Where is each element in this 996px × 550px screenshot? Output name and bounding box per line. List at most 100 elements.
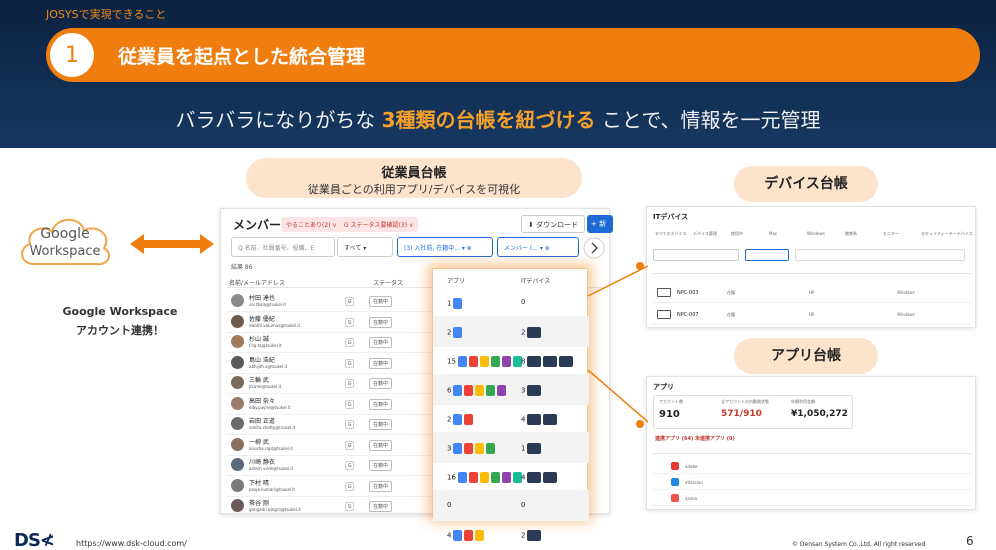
device-thumbnail-icon [527,385,542,396]
device-tab[interactable]: すべてのデバイス [655,231,686,237]
result-count: 結果 86 [231,264,253,271]
table-row[interactable]: 岩田 正道 ankita.shetty@tsukel.it G 在籍中 [227,414,467,435]
highlight-row[interactable]: 63 [433,374,589,405]
app-panel: アプリ アカウント数 910 全アカウントの内勤務状態 571/910 年間利用… [646,376,976,510]
avatar [231,314,244,328]
highlight-row[interactable]: 42 [433,519,589,550]
app-logo-icon [479,472,489,483]
app-row[interactable]: adobe [653,459,971,474]
app-logo-icon [501,472,511,483]
device-status-filter[interactable] [745,249,789,261]
status-filter[interactable]: (3) 入社前, 在籍中... ▾ ⊗ [397,237,493,257]
google-badge-icon: G [345,297,354,306]
google-badge-icon: G [345,440,354,450]
device-row[interactable]: NPC-007 在籍 HP Windows [653,305,971,325]
highlight-row[interactable]: 16 4 [433,461,589,492]
device-row[interactable]: NPC-003 在籍 HP Windows [653,283,971,303]
active-ratio: 571/910 [721,409,762,419]
app-logo-icon [671,494,679,502]
app-logo-icon [453,298,463,309]
employee-ledger-heading: 従業員台帳 従業員ごとの利用アプリ/デバイスを可視化 [246,158,582,198]
app-logo-icon [464,414,474,425]
footer-url[interactable]: https://www.dsk-cloud.com/ [76,539,187,548]
device-tab[interactable]: 使用中 [731,231,743,237]
device-filter-bar[interactable] [795,249,965,261]
table-row[interactable]: 島山 浩紀 abhijith.s@tsukel.it G 在籍中 [227,353,467,374]
app-logo-icon [501,356,511,367]
laptop-icon [657,310,671,319]
app-count: 6 [447,386,452,395]
app-count: 4 [447,531,452,540]
app-logo-icon [464,530,474,541]
avatar [231,396,244,410]
app-device-highlight: アプリ ITデバイス 1 0 2 2 15 8 6 3 2 4 3 1 16 4 0 0 4 2 [432,268,589,541]
dsk-logo: DS≮ [14,530,55,550]
google-badge-icon: G [345,502,354,511]
member-filter[interactable]: メンバー (... ▾ ⊗ [497,237,579,257]
app-logo-icon [486,385,496,396]
google-badge-icon: G [345,399,354,409]
status-badge: 在籍中 [369,398,393,410]
device-panel: ITデバイス すべてのデバイス デバイス管理 使用中 Mac Windows 携帯系 モニタ… [646,206,976,328]
search-input[interactable]: Q 名前、社員番号、役職、E [231,237,335,257]
highlight-header: アプリ ITデバイス [447,278,551,285]
member-name: 高田 奈々 [249,397,275,405]
app-row[interactable]: atlassian [653,475,971,490]
status-badge: 在籍中 [369,439,393,451]
connector-dot [636,420,644,428]
device-count: 0 [521,298,526,306]
app-count: 0 [447,501,452,509]
table-row[interactable]: 下村 晴 pooja.kumari@tsukel.it G 在籍中 [227,476,467,497]
highlight-row[interactable]: 24 [433,403,589,434]
highlight-row[interactable]: 22 [433,316,589,347]
member-name: 岩田 正道 [249,418,275,425]
highlight-row[interactable]: 00 [433,490,589,521]
member-email: anusha.rapt@tsukel.it [249,445,293,451]
member-email: abhijith.s@tsukel.it [249,363,288,369]
google-badge-icon: G [345,461,354,470]
status-check-chip[interactable]: G ステータス要確認(3) ∨ [339,217,419,232]
filter-all-select[interactable]: すべて ▾ [337,237,393,257]
table-row[interactable]: 一柳 武 anusha.rapt@tsukel.it G 在籍中 [227,435,467,456]
avatar [231,294,244,307]
app-tabs[interactable]: 連携アプリ (64) 未連携アプリ (0) [655,435,735,442]
table-row[interactable]: 佐藤 優紀 swathi.valumas@tsukel.it G 在籍中 [227,312,467,333]
add-button[interactable]: + 新 [587,215,613,233]
app-logo-icon [475,443,485,454]
device-thumbnail-icon [543,414,558,425]
app-logo-icon [453,414,463,425]
member-email: elby.payne@tsukel.it [249,404,291,410]
highlight-row[interactable]: 15 8 [433,345,589,376]
table-row[interactable]: 三輪 武 jtzumi@tsukel.it G 在籍中 [227,373,467,394]
member-email: ankita.shetty@tsukel.it [249,425,296,430]
table-row[interactable]: 村田 達也 sai.tbala@tsukel.it G 在籍中 [227,291,467,312]
app-logo-icon [475,530,485,541]
app-logo-icon [453,530,463,541]
highlight-row[interactable]: 10 [433,287,589,318]
device-tab[interactable]: デバイス管理 [693,231,717,237]
device-tab[interactable]: セキュリティーキーデバイス [921,231,973,237]
double-arrow-icon [130,234,214,254]
app-logo-icon [475,385,485,396]
member-name: 一柳 武 [249,438,269,446]
download-button[interactable]: ⬇ ダウンロード [521,215,586,233]
member-name: 茶谷 剛 [249,500,269,507]
app-logo-icon [453,327,463,338]
device-search-input[interactable] [653,249,739,261]
device-tab[interactable]: Windows [807,231,825,236]
table-row[interactable]: 川崎 静衣 ashish.virde@tsukel.it G 在籍中 [227,455,467,476]
highlight-row[interactable]: 31 [433,432,589,463]
table-row[interactable]: 杉山 誠 f.hg.ta@tsukel.it G 在籍中 [227,332,467,353]
member-name: 村田 達也 [249,295,275,302]
device-tab[interactable]: 携帯系 [845,231,857,237]
app-logo-icon [464,443,474,454]
connector-lines [587,265,649,423]
table-row[interactable]: 茶谷 剛 gangadri.bingra@tsukel.it G 在籍中 [227,496,467,517]
device-tab[interactable]: モニター [883,231,899,237]
device-tab[interactable]: Mac [769,231,777,236]
app-row[interactable]: asana [653,491,971,506]
todo-chip[interactable]: やることあり(2) ∨ [281,217,342,232]
connector-dot [636,262,644,270]
table-row[interactable]: 高田 奈々 elby.payne@tsukel.it G 在籍中 [227,394,467,415]
app-count: 16 [447,473,456,482]
